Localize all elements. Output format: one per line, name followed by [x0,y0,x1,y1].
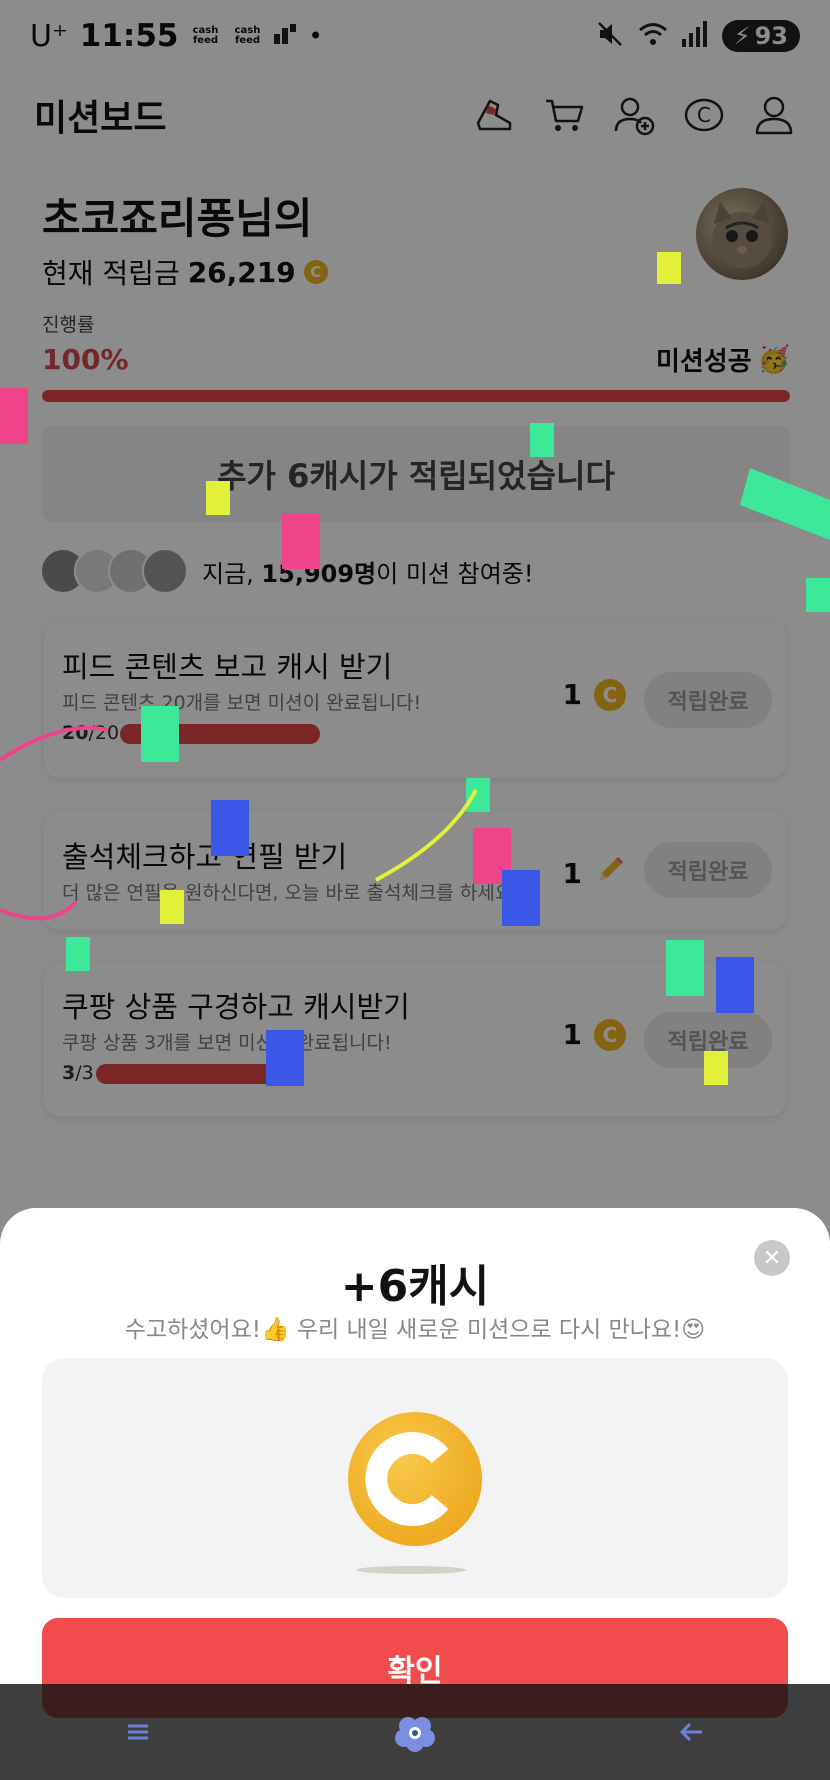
confetti-piece [160,890,184,924]
confetti-piece [206,481,230,515]
confetti-piece [141,706,179,762]
system-nav-bar [0,1684,830,1780]
reward-title: +6캐시 [340,1261,490,1312]
confetti-piece [806,578,830,612]
confetti-piece [282,513,320,569]
confetti-piece [0,388,28,444]
confetti-piece [266,1030,304,1086]
reward-coin-box [42,1358,788,1598]
confetti-piece [530,423,554,457]
menu-icon[interactable] [108,1702,168,1762]
confetti-piece [716,957,754,1013]
reward-subtitle: 수고하셨어요!👍 우리 내일 새로운 미션으로 다시 만나요!😍 [124,1317,706,1343]
confetti-piece [666,940,704,996]
confetti-piece [657,252,681,284]
confetti-piece [466,778,490,812]
confetti-piece [740,468,830,540]
home-flower-icon[interactable] [385,1702,445,1762]
back-icon[interactable] [662,1702,722,1762]
confetti-streamer [0,726,109,762]
coin-icon [348,1412,482,1546]
confetti-streamer [375,789,478,882]
confetti-piece [704,1051,728,1085]
coin-shadow [356,1566,466,1574]
confetti-layer [0,252,830,1086]
confetti-piece [211,800,249,856]
confetti-piece [502,870,540,926]
confetti-piece [66,937,90,971]
confetti-streamer [0,900,78,921]
